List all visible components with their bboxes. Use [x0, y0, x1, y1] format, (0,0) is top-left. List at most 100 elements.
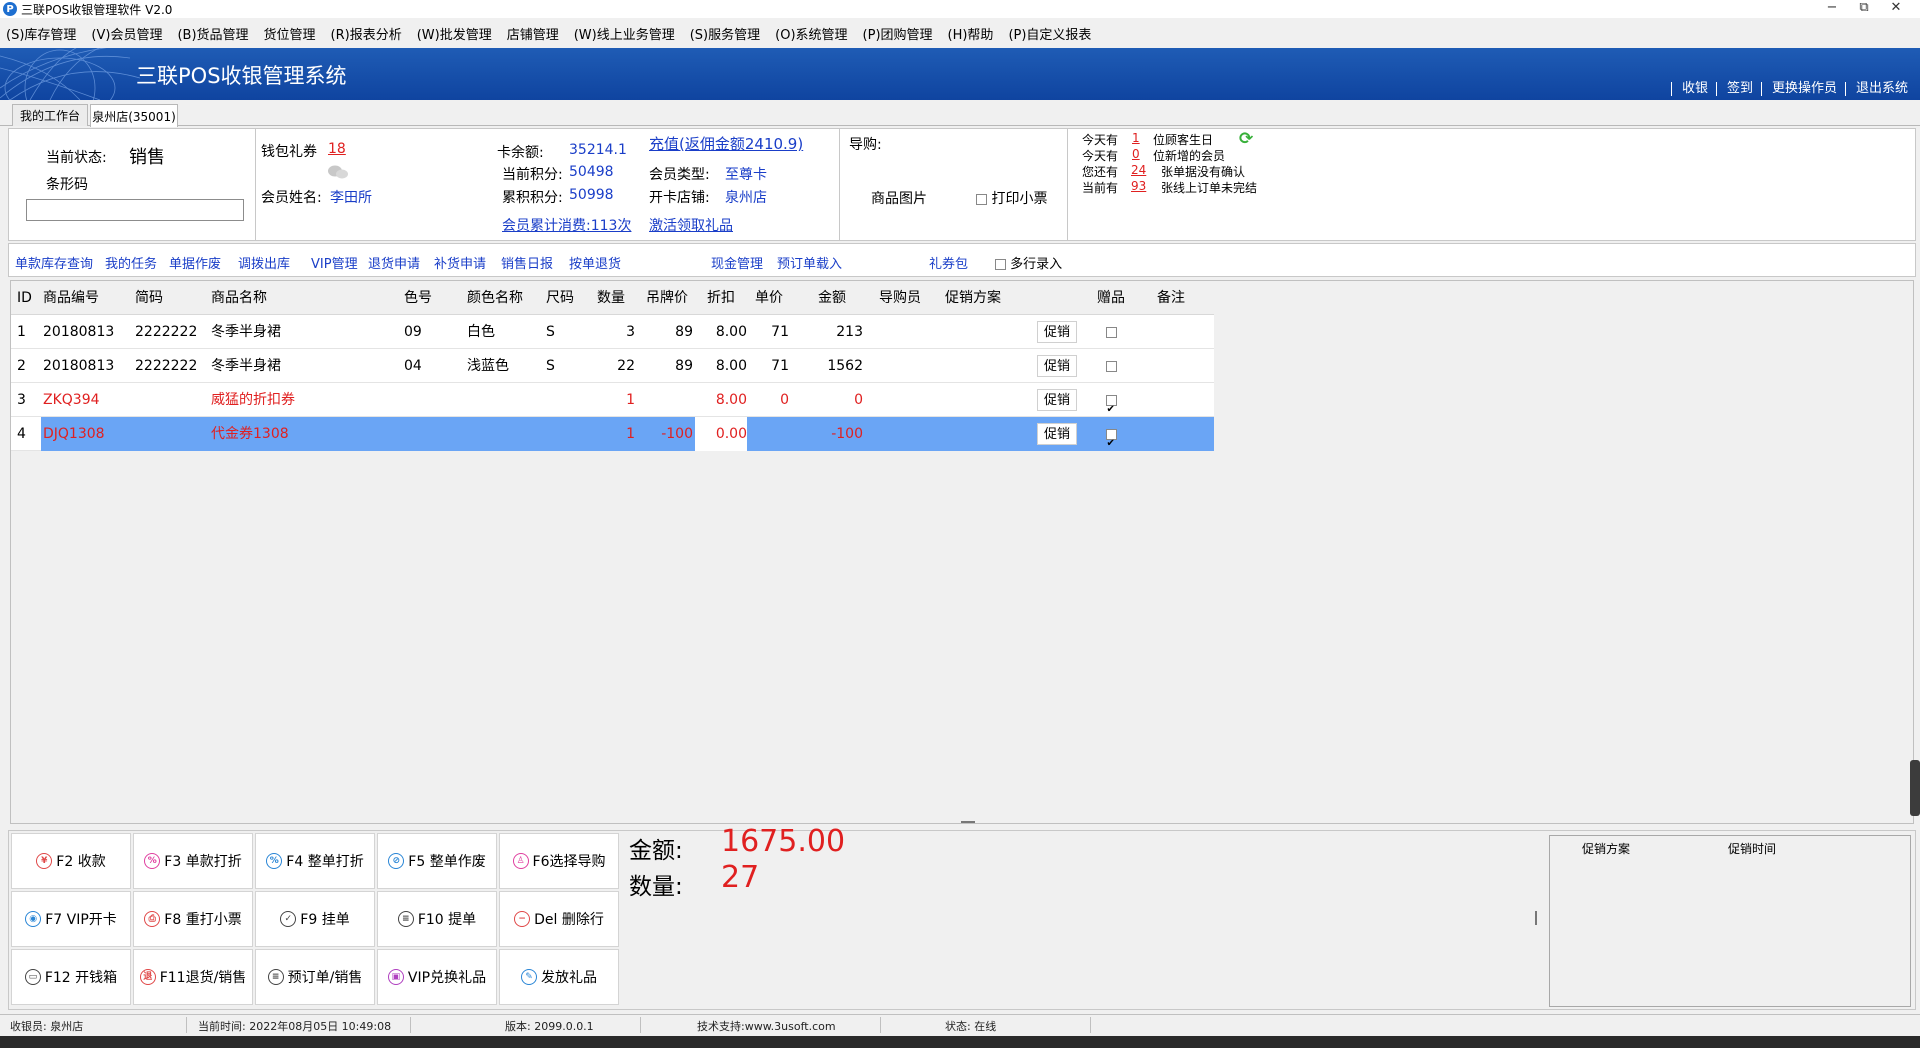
- function-key-7[interactable]: ✓ F9 挂单: [255, 891, 375, 947]
- cell-guide: [879, 383, 929, 417]
- cell-discount: 0.00: [715, 426, 747, 442]
- promotion-button[interactable]: 促销: [1037, 355, 1077, 377]
- cell-promo: [945, 417, 1015, 451]
- function-key-0[interactable]: ¥ F2 收款: [11, 833, 131, 889]
- notice-count[interactable]: 93: [1131, 179, 1146, 193]
- table-row[interactable]: 3 ZKQ394 威猛的折扣券 1 8.00 0 0 促销: [11, 383, 1214, 417]
- grid-header-cell: 赠品: [1097, 290, 1125, 306]
- menu-item-5[interactable]: (W)批发管理: [417, 24, 492, 43]
- total-amount-value: 1675.00: [721, 824, 846, 859]
- panel-splitter-grip[interactable]: [1535, 911, 1537, 925]
- menu-item-4[interactable]: (R)报表分析: [331, 24, 402, 43]
- toolbar-link-0[interactable]: 单款库存查询: [15, 253, 93, 272]
- function-key-12[interactable]: ≡ 预订单/销售: [255, 949, 375, 1005]
- gift-checkbox[interactable]: [1105, 326, 1117, 338]
- splitter-grip[interactable]: [961, 821, 975, 823]
- tab-my-workbench[interactable]: 我的工作台: [12, 104, 88, 126]
- menu-item-7[interactable]: (W)线上业务管理: [574, 24, 675, 43]
- function-key-3[interactable]: ⊘ F5 整单作废: [377, 833, 497, 889]
- tab-quanzhou-store[interactable]: 泉州店(35001): [90, 104, 178, 127]
- pos-app-window: P 三联POS收银管理软件 V2.0 − ⧉ ✕ (S)库存管理 (V)会员管理(…: [0, 0, 1920, 1048]
- menu-item-9[interactable]: (O)系统管理: [775, 24, 847, 43]
- menu-item-2[interactable]: (B)货品管理: [177, 24, 248, 43]
- current-state-value: 销售: [129, 147, 165, 168]
- menu-item-10[interactable]: (P)团购管理: [863, 24, 933, 43]
- function-key-8[interactable]: ≡ F10 提单: [377, 891, 497, 947]
- function-key-14[interactable]: ✎ 发放礼品: [499, 949, 619, 1005]
- barcode-input[interactable]: [26, 199, 244, 221]
- toolbar-link-2[interactable]: 单据作废: [169, 253, 221, 272]
- toolbar-link-10[interactable]: 预订单载入: [777, 253, 842, 272]
- table-row[interactable]: 2 20180813 2222222 冬季半身裙 04 浅蓝色 S 22 89 8.00 71 156…: [11, 349, 1214, 383]
- member-consumption-link[interactable]: 会员累计消费:113次: [502, 215, 631, 235]
- promotion-button[interactable]: 促销: [1037, 389, 1077, 411]
- cell-color_name: [467, 417, 537, 451]
- menu-item-8[interactable]: (S)服务管理: [690, 24, 760, 43]
- multi-entry-box[interactable]: [995, 259, 1006, 270]
- toolbar-link-11[interactable]: 礼券包: [929, 253, 968, 272]
- function-key-1[interactable]: % F3 单款打折: [133, 833, 253, 889]
- function-key-13[interactable]: ▣ VIP兑换礼品: [377, 949, 497, 1005]
- toolbar-link-4[interactable]: VIP管理: [311, 253, 358, 272]
- open-store-label: 开卡店铺:: [649, 190, 710, 206]
- function-key-4[interactable]: ♙ F6选择导购: [499, 833, 619, 889]
- gift-checkbox[interactable]: [1105, 427, 1117, 451]
- gift-checkbox-cell[interactable]: [1091, 349, 1131, 383]
- notice-count[interactable]: 24: [1131, 163, 1146, 177]
- exit-system-link[interactable]: 退出系统: [1844, 82, 1920, 96]
- sign-in-link[interactable]: 签到: [1715, 82, 1761, 96]
- cell-size: [546, 383, 580, 417]
- menu-item-12[interactable]: (P)自定义报表: [1008, 24, 1091, 43]
- recharge-link[interactable]: 充值(返佣金额2410.9): [649, 133, 803, 154]
- cashier-link[interactable]: 收银: [1670, 82, 1716, 96]
- table-row[interactable]: 4 DJQ1308 代金券1308 1 -100 0.00 -100 促销: [11, 417, 1214, 451]
- menu-item-11[interactable]: (H)帮助: [948, 24, 994, 43]
- cell-tag_price: 89: [675, 358, 693, 374]
- gift-checkbox[interactable]: [1105, 360, 1117, 372]
- toolbar-link-6[interactable]: 补货申请: [434, 253, 486, 272]
- cell-unit_price: 71: [771, 358, 789, 374]
- toolbar-link-7[interactable]: 销售日报: [501, 253, 553, 272]
- function-key-10[interactable]: ▭ F12 开钱箱: [11, 949, 131, 1005]
- function-key-6[interactable]: ⎙ F8 重打小票: [133, 891, 253, 947]
- grid-header-cell: 尺码: [546, 290, 574, 306]
- restore-button[interactable]: ⧉: [1848, 0, 1880, 15]
- menu-item-1[interactable]: (V)会员管理: [91, 24, 162, 43]
- cell-name: 代金券1308: [211, 426, 289, 442]
- toolbar-link-5[interactable]: 退货申请: [368, 253, 420, 272]
- toolbar-link-3[interactable]: 调拨出库: [238, 253, 290, 272]
- gift-checkbox-cell[interactable]: [1091, 383, 1131, 417]
- barcode-label: 条形码: [46, 177, 88, 193]
- menu-item-6[interactable]: 店铺管理: [507, 24, 559, 43]
- notice-count[interactable]: 0: [1132, 147, 1140, 161]
- function-key-9[interactable]: − Del 删除行: [499, 891, 619, 947]
- activate-gift-link[interactable]: 激活领取礼品: [649, 215, 733, 235]
- toolbar-link-8[interactable]: 按单退货: [569, 253, 621, 272]
- function-key-5[interactable]: ◉ F7 VIP开卡: [11, 891, 131, 947]
- function-key-11[interactable]: 退 F11退货/销售: [133, 949, 253, 1005]
- wallet-coupon-count[interactable]: 18: [328, 141, 346, 157]
- menu-item-0[interactable]: (S)库存管理: [6, 24, 76, 43]
- multi-entry-checkbox[interactable]: 多行录入: [995, 253, 1062, 272]
- notice-count[interactable]: 1: [1132, 131, 1140, 145]
- promotion-button[interactable]: 促销: [1037, 423, 1077, 445]
- gift-checkbox-cell[interactable]: [1091, 417, 1131, 451]
- refresh-icon[interactable]: ⟳: [1239, 129, 1253, 149]
- function-key-2[interactable]: % F4 整单打折: [255, 833, 375, 889]
- menu-item-3[interactable]: 货位管理: [264, 24, 316, 43]
- gift-checkbox-cell[interactable]: [1091, 315, 1131, 349]
- print-ticket-checkbox[interactable]: 打印小票: [976, 188, 1047, 208]
- open-store-value: 泉州店: [725, 190, 767, 206]
- gift-checkbox[interactable]: [1105, 393, 1117, 417]
- print-ticket-box[interactable]: [976, 193, 987, 205]
- table-row[interactable]: 1 20180813 2222222 冬季半身裙 09 白色 S 3 89 8.00 71 213 促销: [11, 315, 1214, 349]
- toolbar-link-9[interactable]: 现金管理: [711, 253, 763, 272]
- change-operator-link[interactable]: 更换操作员: [1760, 82, 1845, 96]
- promotion-button[interactable]: 促销: [1037, 321, 1077, 343]
- close-button[interactable]: ✕: [1880, 0, 1912, 15]
- minimize-button[interactable]: −: [1816, 0, 1848, 15]
- product-image-label: 商品图片: [871, 191, 927, 207]
- side-scroll-handle[interactable]: [1910, 760, 1920, 816]
- toolbar-link-1[interactable]: 我的任务: [105, 253, 157, 272]
- cell-qty: 3: [626, 324, 635, 340]
